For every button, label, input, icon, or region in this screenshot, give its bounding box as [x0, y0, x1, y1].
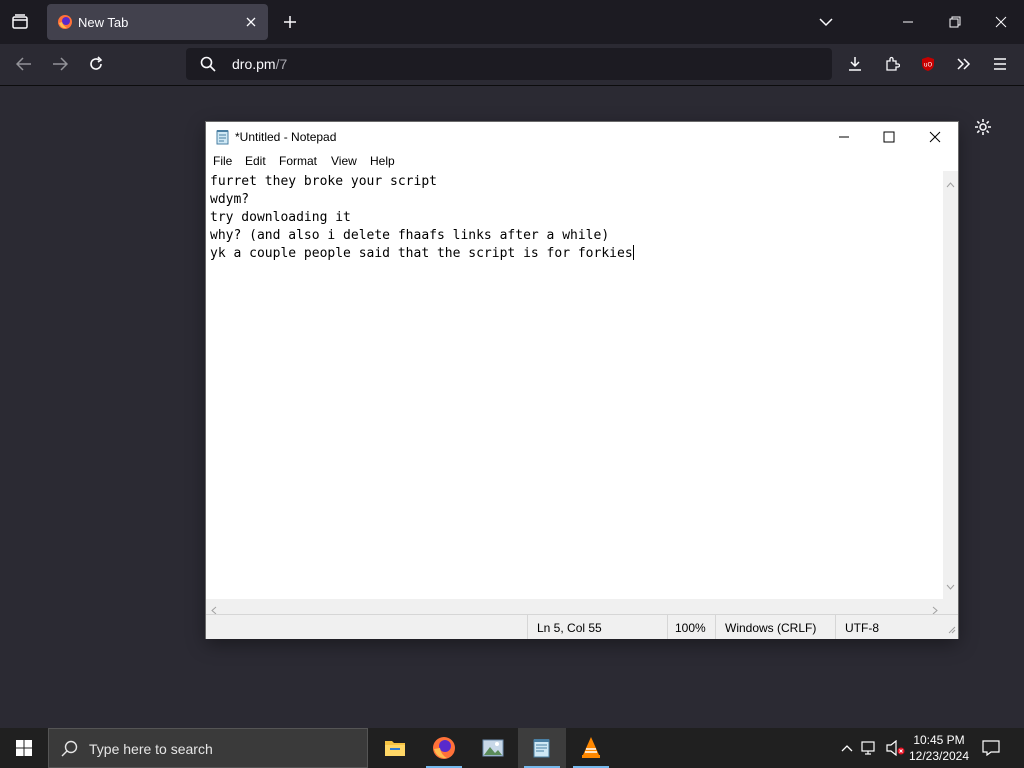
taskbar: Type here to search 10:45 PM 12/23/2024 [0, 728, 1024, 768]
clock-time: 10:45 PM [913, 733, 965, 747]
horizontal-scrollbar[interactable] [206, 599, 943, 615]
status-divider [715, 615, 716, 639]
text-line: why? (and also i delete fhaafs links aft… [210, 228, 610, 243]
menu-edit[interactable]: Edit [245, 154, 266, 168]
status-divider [527, 615, 528, 639]
taskbar-image-viewer[interactable] [469, 728, 517, 768]
status-position: Ln 5, Col 55 [537, 621, 602, 635]
menu-help[interactable]: Help [370, 154, 395, 168]
overflow-menu-icon[interactable] [952, 52, 976, 76]
status-divider [667, 615, 668, 639]
list-all-tabs-icon[interactable] [814, 10, 838, 34]
scroll-up-icon[interactable] [946, 175, 955, 193]
notepad-menubar: File Edit Format View Help [206, 151, 958, 171]
downloads-icon[interactable] [843, 52, 867, 76]
svg-text:uO: uO [924, 62, 933, 69]
notepad-icon [533, 739, 550, 758]
system-clock[interactable]: 10:45 PM 12/23/2024 [906, 732, 972, 764]
firefox-icon [433, 737, 455, 759]
notepad-titlebar[interactable]: *Untitled - Notepad [206, 122, 958, 151]
notepad-icon [215, 129, 231, 150]
network-icon[interactable] [860, 738, 880, 758]
settings-gear-icon[interactable] [972, 116, 994, 138]
scroll-down-icon[interactable] [946, 577, 955, 595]
notepad-minimize-icon[interactable] [828, 125, 860, 149]
url-path: /7 [275, 56, 288, 72]
resize-grip-icon[interactable] [946, 623, 956, 637]
file-explorer-icon [385, 741, 405, 756]
taskbar-notepad[interactable] [518, 728, 566, 768]
url-domain: dro.pm [232, 56, 276, 72]
notepad-title: *Untitled - Notepad [235, 130, 337, 144]
back-icon[interactable] [12, 52, 36, 76]
minimize-icon[interactable] [896, 10, 920, 34]
url-bar[interactable]: dro.pm/7 [186, 48, 832, 80]
tab-new-tab[interactable]: New Tab [47, 4, 268, 40]
close-window-icon[interactable] [989, 10, 1013, 34]
tab-bar: New Tab [0, 0, 1024, 44]
search-placeholder: Type here to search [89, 741, 213, 757]
extensions-icon[interactable] [880, 52, 904, 76]
taskbar-search-box[interactable]: Type here to search [48, 728, 368, 768]
firefox-icon [57, 14, 73, 30]
reload-icon[interactable] [84, 52, 108, 76]
taskbar-firefox[interactable] [420, 728, 468, 768]
notepad-close-icon[interactable] [919, 125, 951, 149]
nav-toolbar: dro.pm/7 uO [0, 44, 1024, 86]
text-caret [632, 245, 634, 260]
taskbar-file-explorer[interactable] [371, 728, 419, 768]
search-icon [200, 56, 216, 77]
scrollbar-corner [943, 599, 958, 614]
notepad-statusbar: Ln 5, Col 55 100% Windows (CRLF) UTF-8 [206, 614, 958, 639]
ublock-origin-icon[interactable]: uO [916, 52, 940, 76]
text-line-last: yk a couple people said that the script … [210, 245, 939, 263]
hamburger-menu-icon[interactable] [988, 52, 1012, 76]
status-line-ending: Windows (CRLF) [725, 621, 817, 635]
show-hidden-icons-chevron-icon[interactable] [838, 738, 856, 758]
menu-view[interactable]: View [331, 154, 357, 168]
notifications-icon[interactable] [980, 738, 1002, 758]
notepad-maximize-icon[interactable] [873, 125, 905, 149]
tab-title: New Tab [78, 15, 129, 30]
vlc-icon [582, 737, 600, 758]
new-tab-icon[interactable] [278, 10, 302, 34]
text-line: yk a couple people said that the script … [210, 246, 633, 261]
vertical-scrollbar[interactable] [943, 171, 958, 599]
taskbar-vlc[interactable] [567, 728, 615, 768]
notepad-window: *Untitled - Notepad File Edit Format Vie… [206, 122, 958, 639]
windows-logo-icon [16, 740, 32, 756]
forward-icon[interactable] [48, 52, 72, 76]
status-divider [835, 615, 836, 639]
close-tab-icon[interactable] [242, 13, 260, 31]
clock-date: 12/23/2024 [908, 749, 970, 763]
restore-icon[interactable] [943, 10, 967, 34]
status-encoding: UTF-8 [845, 621, 879, 635]
notepad-text-area[interactable]: furret they broke your script wdym? try … [206, 171, 943, 599]
image-viewer-icon [482, 739, 504, 757]
tab-list-icon[interactable] [8, 10, 32, 34]
volume-muted-icon[interactable] [884, 738, 906, 758]
status-zoom: 100% [675, 621, 706, 635]
search-icon [61, 740, 78, 762]
menu-file[interactable]: File [213, 154, 232, 168]
start-button[interactable] [0, 728, 48, 768]
text-line: furret they broke your script [210, 174, 437, 189]
url-text[interactable]: dro.pm/7 [232, 56, 287, 72]
menu-format[interactable]: Format [279, 154, 317, 168]
text-line: wdym? [210, 192, 250, 207]
text-line: try downloading it [210, 210, 351, 225]
